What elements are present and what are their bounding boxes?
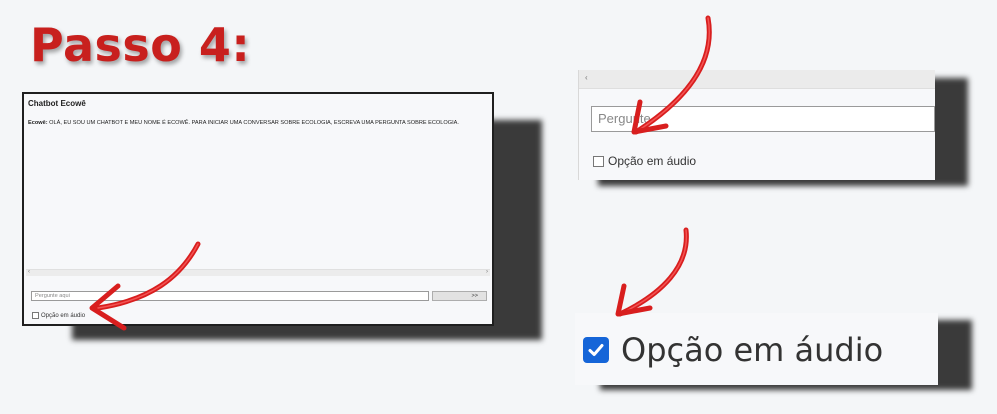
audio-option-zoomed[interactable]: Opção em áudio	[593, 154, 696, 168]
message-sender: Ecowê:	[28, 120, 48, 126]
red-arrow-icon	[89, 241, 201, 331]
audio-option-checked[interactable]: Opção em áudio	[583, 331, 883, 369]
scroll-right-icon[interactable]: ›	[486, 269, 488, 275]
audio-checkbox[interactable]	[593, 155, 604, 167]
audio-checkbox-checked[interactable]	[583, 337, 609, 363]
red-arrow-icon	[631, 15, 712, 135]
scroll-left-icon[interactable]: ‹	[28, 269, 30, 275]
audio-option-label: Opção em áudio	[608, 154, 697, 168]
scroll-left-icon[interactable]: ‹	[585, 73, 588, 82]
window-title: Chatbot Ecowê	[28, 99, 86, 108]
message-text: OLÁ, EU SOU UM CHATBOT E MEU NOME É ECOW…	[49, 120, 459, 126]
send-button[interactable]: >>	[432, 291, 487, 301]
red-arrow-icon	[615, 227, 689, 317]
audio-checkbox[interactable]	[32, 312, 39, 319]
checkmark-icon	[588, 344, 604, 356]
audio-option-label: Opção em áudio	[621, 331, 884, 369]
step-heading: Passo 4:	[30, 18, 251, 72]
chat-message: Ecowê: OLÁ, EU SOU UM CHATBOT E MEU NOME…	[28, 120, 459, 126]
